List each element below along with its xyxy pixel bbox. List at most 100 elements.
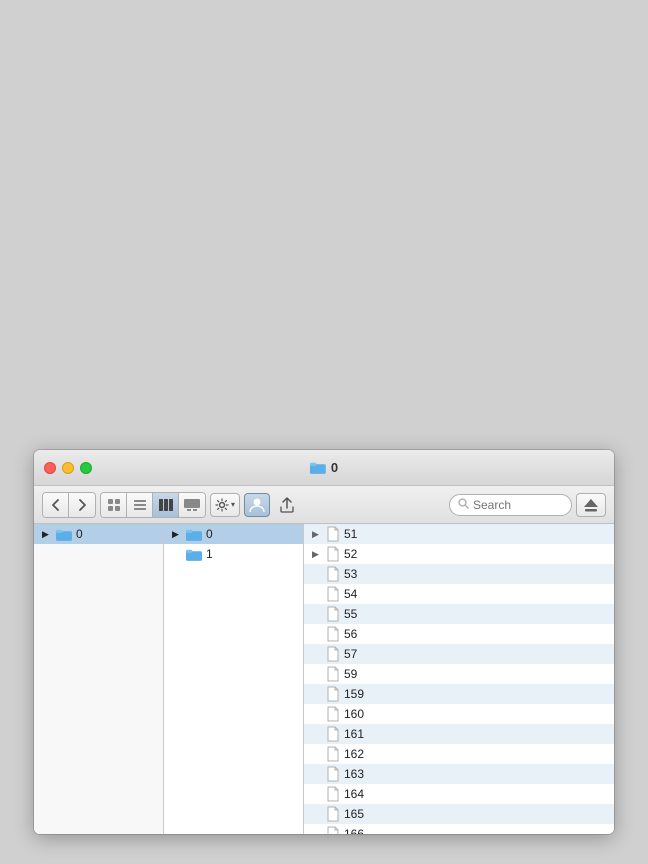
item-name: 163 bbox=[344, 767, 364, 781]
file-icon bbox=[326, 806, 340, 822]
search-icon bbox=[458, 498, 469, 512]
list-item[interactable]: ▶ 51 bbox=[304, 524, 614, 544]
item-name: 1 bbox=[206, 547, 213, 561]
person-icon bbox=[248, 496, 266, 514]
item-name: 166 bbox=[344, 827, 364, 834]
list-item[interactable]: ▶ 52 bbox=[304, 544, 614, 564]
disclosure-triangle: ▶ bbox=[172, 529, 182, 540]
list-item[interactable]: ▶ 1 bbox=[164, 544, 303, 564]
item-name: 59 bbox=[344, 667, 357, 681]
item-name: 162 bbox=[344, 747, 364, 761]
list-item[interactable]: ▶ 160 bbox=[304, 704, 614, 724]
file-icon bbox=[326, 766, 340, 782]
back-button[interactable] bbox=[43, 493, 69, 517]
folder-icon bbox=[186, 548, 202, 561]
column-view-button[interactable] bbox=[153, 493, 179, 517]
titlebar: 0 bbox=[34, 450, 614, 486]
forward-icon bbox=[77, 498, 87, 512]
list-view-icon bbox=[133, 498, 147, 512]
list-item[interactable]: ▶ 53 bbox=[304, 564, 614, 584]
maximize-button[interactable] bbox=[80, 462, 92, 474]
file-icon bbox=[326, 546, 340, 562]
gear-icon bbox=[215, 498, 229, 512]
list-item[interactable]: ▶ 56 bbox=[304, 624, 614, 644]
window-title: 0 bbox=[331, 460, 338, 475]
share-button[interactable] bbox=[274, 493, 300, 517]
share-icon bbox=[280, 497, 294, 513]
item-name: 0 bbox=[206, 527, 213, 541]
gallery-view-button[interactable] bbox=[179, 493, 205, 517]
list-item[interactable]: ▶ 162 bbox=[304, 744, 614, 764]
item-name: 165 bbox=[344, 807, 364, 821]
list-item[interactable]: ▶ 57 bbox=[304, 644, 614, 664]
file-icon bbox=[326, 706, 340, 722]
file-icon bbox=[326, 686, 340, 702]
item-name: 164 bbox=[344, 787, 364, 801]
column-1: ▶ 0 bbox=[34, 524, 164, 834]
item-name: 51 bbox=[344, 527, 357, 541]
file-icon bbox=[326, 746, 340, 762]
list-item[interactable]: ▶ 59 bbox=[304, 664, 614, 684]
file-icon bbox=[326, 606, 340, 622]
file-icon bbox=[326, 826, 340, 834]
file-icon bbox=[326, 646, 340, 662]
item-name: 55 bbox=[344, 607, 357, 621]
file-icon bbox=[326, 566, 340, 582]
list-view-button[interactable] bbox=[127, 493, 153, 517]
item-name: 53 bbox=[344, 567, 357, 581]
item-name: 0 bbox=[76, 527, 83, 541]
action-button[interactable]: ▾ bbox=[210, 493, 240, 517]
minimize-button[interactable] bbox=[62, 462, 74, 474]
nav-group bbox=[42, 492, 96, 518]
search-field[interactable] bbox=[449, 494, 572, 516]
file-icon bbox=[326, 786, 340, 802]
folder-icon bbox=[310, 461, 326, 474]
disclosure-triangle: ▶ bbox=[312, 529, 322, 540]
list-item[interactable]: ▶ 159 bbox=[304, 684, 614, 704]
file-icon bbox=[326, 586, 340, 602]
close-button[interactable] bbox=[44, 462, 56, 474]
connect-button[interactable] bbox=[576, 493, 606, 517]
folder-icon bbox=[186, 528, 202, 541]
list-item[interactable]: ▶ 164 bbox=[304, 784, 614, 804]
list-item[interactable]: ▶ 0 bbox=[34, 524, 163, 544]
finder-columns: ▶ 0 ▶ 0 ▶ bbox=[34, 524, 614, 834]
back-icon bbox=[51, 498, 61, 512]
icon-view-icon bbox=[107, 498, 121, 512]
finder-window: 0 bbox=[34, 450, 614, 834]
item-name: 160 bbox=[344, 707, 364, 721]
column-3: ▶ 51 ▶ 52 ▶ bbox=[304, 524, 614, 834]
disclosure-triangle: ▶ bbox=[312, 549, 322, 560]
item-name: 54 bbox=[344, 587, 357, 601]
list-item[interactable]: ▶ 54 bbox=[304, 584, 614, 604]
folder-icon bbox=[56, 528, 72, 541]
search-input[interactable] bbox=[473, 498, 563, 512]
list-item[interactable]: ▶ 166 bbox=[304, 824, 614, 834]
eject-icon bbox=[582, 498, 600, 512]
item-name: 56 bbox=[344, 627, 357, 641]
file-icon bbox=[326, 626, 340, 642]
gallery-view-icon bbox=[183, 498, 201, 512]
profile-button[interactable] bbox=[244, 493, 270, 517]
item-name: 57 bbox=[344, 647, 357, 661]
list-item[interactable]: ▶ 163 bbox=[304, 764, 614, 784]
action-arrow: ▾ bbox=[231, 500, 235, 509]
column-2: ▶ 0 ▶ 1 bbox=[164, 524, 304, 834]
column-view-icon bbox=[158, 498, 174, 512]
icon-view-button[interactable] bbox=[101, 493, 127, 517]
toolbar: ▾ bbox=[34, 486, 614, 524]
item-name: 159 bbox=[344, 687, 364, 701]
item-name: 52 bbox=[344, 547, 357, 561]
list-item[interactable]: ▶ 0 bbox=[164, 524, 303, 544]
list-item[interactable]: ▶ 165 bbox=[304, 804, 614, 824]
file-icon bbox=[326, 526, 340, 542]
view-group bbox=[100, 492, 206, 518]
item-name: 161 bbox=[344, 727, 364, 741]
traffic-lights bbox=[44, 462, 92, 474]
file-icon bbox=[326, 726, 340, 742]
list-item[interactable]: ▶ 161 bbox=[304, 724, 614, 744]
titlebar-title: 0 bbox=[310, 460, 338, 475]
forward-button[interactable] bbox=[69, 493, 95, 517]
file-icon bbox=[326, 666, 340, 682]
list-item[interactable]: ▶ 55 bbox=[304, 604, 614, 624]
